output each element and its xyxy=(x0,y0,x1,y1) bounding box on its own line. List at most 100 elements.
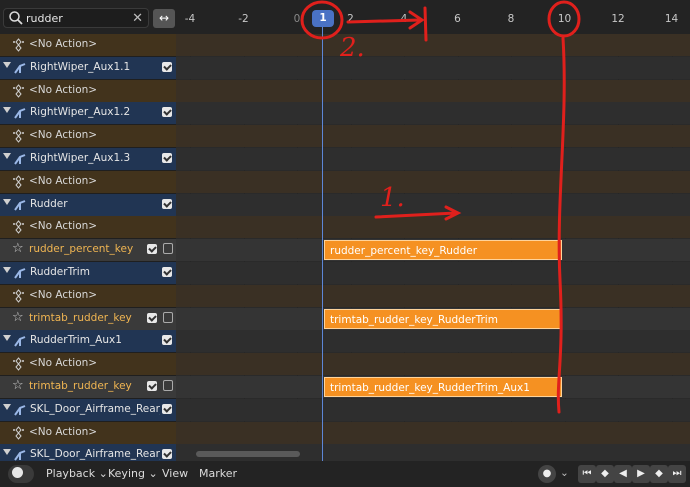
ruler-tick-label: 6 xyxy=(454,13,461,25)
timeline-track[interactable] xyxy=(176,421,690,444)
timeline-track[interactable] xyxy=(176,79,690,102)
timeline-track[interactable]: rudder_percent_key_Rudder xyxy=(176,239,690,262)
action-row[interactable]: <No Action> xyxy=(0,421,176,444)
object-row[interactable]: Rudder xyxy=(0,193,176,216)
nla-timeline[interactable]: rudder_percent_key_Rudder trimtab_rudder_… xyxy=(176,34,690,467)
object-row[interactable]: RudderTrim_Aux1 xyxy=(0,330,176,353)
row-label: rudder_percent_key xyxy=(29,243,134,256)
visibility-checkbox[interactable] xyxy=(162,61,172,72)
play-button[interactable]: ▶ xyxy=(632,465,650,483)
jump-start-button[interactable]: ⏮ xyxy=(578,465,596,483)
action-row[interactable]: <No Action> xyxy=(0,79,176,102)
jump-end-button[interactable]: ⏭ xyxy=(668,465,686,483)
action-row[interactable]: <No Action> xyxy=(0,125,176,148)
horizontal-scrollbar[interactable] xyxy=(196,451,300,457)
timeline-track[interactable] xyxy=(176,125,690,148)
next-keyframe-button[interactable]: ◆ xyxy=(650,465,668,483)
menu-marker[interactable]: Marker xyxy=(199,467,237,480)
mute-checkbox[interactable] xyxy=(147,244,157,255)
expand-triangle-icon[interactable] xyxy=(3,335,11,342)
timeline-track[interactable] xyxy=(176,353,690,376)
action-strip[interactable]: rudder_percent_key_Rudder xyxy=(324,240,562,261)
timeline-track[interactable] xyxy=(176,330,690,353)
visibility-checkbox[interactable] xyxy=(162,449,172,460)
visibility-checkbox[interactable] xyxy=(162,267,172,277)
menu-playback-label: Playback xyxy=(46,467,96,480)
track-list: <No Action> RightWiper_Aux1.1 <No Action> R… xyxy=(0,34,176,467)
action-strip-label: rudder_percent_key_Rudder xyxy=(330,245,478,258)
timeline-track[interactable] xyxy=(176,102,690,125)
action-icon xyxy=(13,83,24,98)
nla-track-row[interactable]: ☆ trimtab_rudder_key xyxy=(0,307,176,330)
row-label: <No Action> xyxy=(29,38,98,50)
row-label: <No Action> xyxy=(29,129,98,142)
action-strip[interactable]: trimtab_rudder_key_RudderTrim_Aux1 xyxy=(324,377,562,397)
expand-triangle-icon[interactable] xyxy=(3,403,11,410)
lock-icon[interactable] xyxy=(163,380,173,391)
visibility-checkbox[interactable] xyxy=(162,335,172,346)
action-row[interactable]: <No Action> xyxy=(0,34,176,56)
star-icon[interactable]: ☆ xyxy=(12,310,24,325)
timeline-track[interactable] xyxy=(176,170,690,193)
action-strip[interactable]: trimtab_rudder_key_RudderTrim xyxy=(324,308,562,329)
visibility-checkbox[interactable] xyxy=(162,107,172,118)
row-label: <No Action> xyxy=(29,425,98,438)
expand-triangle-icon[interactable] xyxy=(3,267,11,273)
timeline-track[interactable] xyxy=(176,56,690,79)
object-row[interactable]: RightWiper_Aux1.2 xyxy=(0,102,176,125)
star-icon[interactable]: ☆ xyxy=(12,241,24,256)
mute-checkbox[interactable] xyxy=(147,312,157,323)
clock-icon xyxy=(12,467,23,478)
nla-track-row[interactable]: ☆ rudder_percent_key xyxy=(0,239,176,262)
expand-triangle-icon[interactable] xyxy=(3,449,11,456)
object-row[interactable]: RudderTrim xyxy=(0,262,176,284)
chevron-down-icon: ⌄ xyxy=(98,467,108,480)
expand-triangle-icon[interactable] xyxy=(3,198,11,205)
object-row[interactable]: RightWiper_Aux1.1 xyxy=(0,56,176,79)
playhead-line[interactable] xyxy=(322,27,323,461)
frame-ruler[interactable]: -4 -2 0 2 4 6 8 10 12 14 xyxy=(0,0,690,34)
timeline-track[interactable] xyxy=(176,34,690,56)
visibility-checkbox[interactable] xyxy=(162,153,172,163)
action-icon xyxy=(13,129,24,143)
prev-keyframe-button[interactable]: ◆ xyxy=(596,465,614,483)
visibility-checkbox[interactable] xyxy=(162,198,172,209)
timeline-track[interactable]: trimtab_rudder_key_RudderTrim xyxy=(176,307,690,330)
timeline-track[interactable] xyxy=(176,262,690,284)
record-button[interactable]: ● xyxy=(538,465,556,483)
row-label: RudderTrim xyxy=(30,266,90,278)
action-row[interactable]: <No Action> xyxy=(0,216,176,239)
expand-triangle-icon[interactable] xyxy=(3,61,11,68)
timeline-track[interactable]: trimtab_rudder_key_RudderTrim_Aux1 xyxy=(176,376,690,398)
expand-triangle-icon[interactable] xyxy=(3,153,11,159)
lock-icon[interactable] xyxy=(163,243,173,255)
action-row[interactable]: <No Action> xyxy=(0,284,176,307)
action-icon xyxy=(13,220,24,235)
object-row[interactable]: SKL_Door_Airframe_Rear_Le xyxy=(0,398,176,421)
star-icon[interactable]: ☆ xyxy=(12,378,24,393)
lock-icon[interactable] xyxy=(163,311,173,323)
row-label: SKL_Door_Airframe_Rear_Le xyxy=(30,402,160,415)
action-row[interactable]: <No Action> xyxy=(0,353,176,376)
timeline-track[interactable] xyxy=(176,284,690,307)
row-label: RightWiper_Aux1.3 xyxy=(30,152,131,164)
timeline-track[interactable] xyxy=(176,193,690,216)
row-label: SKL_Door_Airframe_Rear_Ri xyxy=(30,448,160,461)
menu-keying-label: Keying xyxy=(108,467,145,480)
object-row[interactable]: RightWiper_Aux1.3 xyxy=(0,148,176,170)
playback-bar: Playback ⌄ Keying ⌄ View Marker ● ⌄ ⏮ ◆ … xyxy=(0,461,690,487)
menu-playback[interactable]: Playback ⌄ xyxy=(46,467,108,480)
nla-track-row[interactable]: ☆ trimtab_rudder_key xyxy=(0,376,176,398)
action-row[interactable]: <No Action> xyxy=(0,170,176,193)
timeline-track[interactable] xyxy=(176,148,690,170)
expand-triangle-icon[interactable] xyxy=(3,107,11,114)
mute-checkbox[interactable] xyxy=(147,381,157,391)
timeline-track[interactable] xyxy=(176,216,690,239)
current-frame-badge[interactable]: 1 xyxy=(312,10,334,27)
timeline-track[interactable] xyxy=(176,398,690,421)
ruler-tick-label: 0 xyxy=(293,13,301,25)
menu-view[interactable]: View xyxy=(162,467,188,480)
visibility-checkbox[interactable] xyxy=(162,403,172,414)
play-reverse-button[interactable]: ◀ xyxy=(614,465,632,483)
menu-keying[interactable]: Keying ⌄ xyxy=(108,467,158,480)
